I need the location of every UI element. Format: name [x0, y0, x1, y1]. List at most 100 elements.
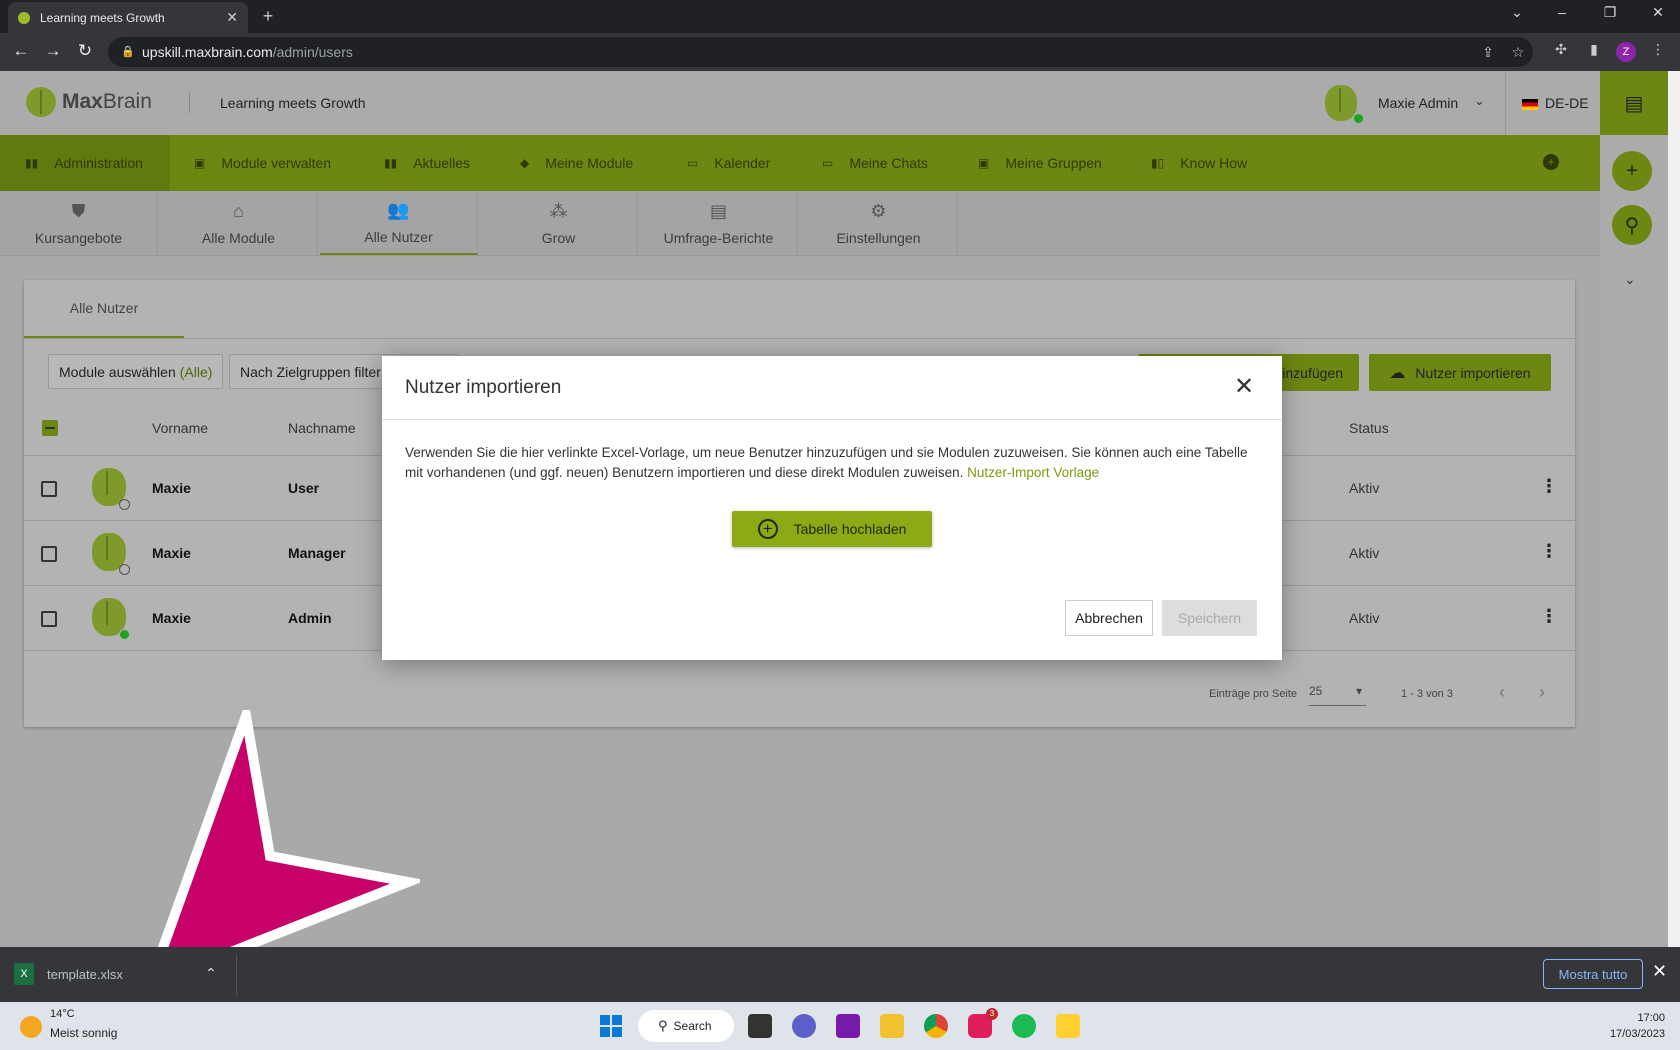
tab-einstellungen[interactable]: ⚙ Einstellungen [800, 191, 958, 255]
clock-time: 17:00 [1637, 1012, 1665, 1024]
bookmark-star-icon[interactable]: ☆ [1508, 37, 1528, 67]
row-menu-icon[interactable]: ⋮ [1540, 606, 1558, 627]
user-avatar[interactable] [1325, 85, 1363, 123]
nav-add-icon[interactable]: + [1543, 154, 1559, 170]
new-tab-icon[interactable]: + [258, 7, 278, 27]
upload-table-button[interactable]: + Tabelle hochladen [732, 511, 932, 547]
button-label: inzufügen [1282, 364, 1343, 381]
url-bar[interactable]: 🔒 upskill.maxbrain.com/admin/users ⇪ ☆ [108, 37, 1533, 67]
nav-label: Know How [1180, 155, 1248, 171]
download-item[interactable]: Xtemplate.xlsx [14, 963, 123, 985]
nav-label: Administration [54, 155, 143, 171]
share-icon[interactable]: ⇪ [1478, 37, 1498, 67]
cancel-button[interactable]: Abbrechen [1065, 600, 1153, 636]
task-view-icon[interactable] [748, 1014, 772, 1038]
browser-tab-bar: Learning meets Growth ✕ + ⌄ – ❐ ✕ [0, 0, 1680, 33]
chevron-down-icon[interactable]: ⌄ [1624, 271, 1636, 288]
col-status[interactable]: Status [1349, 420, 1389, 436]
chrome-icon[interactable] [924, 1014, 948, 1038]
search-icon[interactable]: ⚲ [1612, 205, 1652, 245]
taskbar-search[interactable]: ⚲ Search [638, 1010, 734, 1042]
gears-icon: ⚙ [870, 200, 887, 221]
user-menu-chevron-icon[interactable]: ⌄ [1474, 93, 1485, 109]
user-name[interactable]: Maxie Admin [1378, 95, 1458, 111]
teams-chat-icon[interactable] [792, 1014, 816, 1038]
slack-icon[interactable]: 3 [968, 1008, 998, 1038]
tab-kursangebote[interactable]: ⛊ Kursangebote [0, 191, 158, 255]
forward-icon[interactable]: → [42, 41, 64, 61]
language-divider [1505, 71, 1506, 135]
onenote-icon[interactable] [836, 1014, 860, 1038]
col-nachname[interactable]: Nachname [288, 420, 356, 436]
button-label: Nutzer importieren [1415, 364, 1531, 381]
weather-temp[interactable]: 14°C [50, 1008, 75, 1020]
tab-search-icon[interactable]: ⌄ [1502, 4, 1532, 21]
panel-tab-alle-nutzer[interactable]: Alle Nutzer [24, 280, 184, 338]
tab-label: Kursangebote [34, 229, 123, 246]
tab-grow[interactable]: ⁂ Grow [480, 191, 638, 255]
weather-sun-icon[interactable] [20, 1016, 42, 1038]
save-button[interactable]: Speichern [1162, 600, 1257, 636]
system-clock[interactable]: 17:00 17/03/2023 [1575, 1010, 1665, 1042]
nav-item-meine-gruppen[interactable]: ▣ Meine Gruppen [978, 135, 1102, 191]
show-all-button[interactable]: Mostra tutto [1543, 959, 1643, 989]
per-page-select[interactable]: 25 ▾ [1309, 684, 1366, 706]
chat-icon[interactable]: ▤ [1600, 71, 1668, 135]
row-checkbox[interactable] [41, 611, 57, 627]
nav-label: Meine Module [545, 155, 634, 171]
lock-icon: 🔒 [121, 46, 135, 58]
next-page-icon[interactable]: › [1539, 682, 1545, 703]
avatar [92, 598, 130, 640]
browser-menu-icon[interactable]: ⋮ [1648, 41, 1668, 58]
close-window-icon[interactable]: ✕ [1643, 4, 1673, 21]
extensions-icon[interactable]: ✣ [1551, 41, 1571, 58]
report-icon: ▤ [709, 200, 727, 221]
maxbrain-logo[interactable]: MaxBrain [26, 87, 152, 117]
nav-item-module-verwalten[interactable]: ▣ Module verwalten [194, 135, 331, 191]
close-tab-icon[interactable]: ✕ [226, 9, 238, 26]
nav-item-meine-module[interactable]: ◆ Meine Module [520, 135, 633, 191]
module-filter[interactable]: Module auswählen (Alle) [48, 354, 224, 389]
page-scrollbar[interactable] [1668, 71, 1680, 947]
minimize-icon[interactable]: – [1547, 4, 1577, 20]
row-checkbox[interactable] [41, 546, 57, 562]
nav-item-kalender[interactable]: ▭ Kalender [687, 135, 770, 191]
tab-umfrage-berichte[interactable]: ▤ Umfrage-Berichte [640, 191, 798, 255]
nav-item-meine-chats[interactable]: ▭ Meine Chats [822, 135, 928, 191]
row-menu-icon[interactable]: ⋮ [1540, 476, 1558, 497]
back-icon[interactable]: ← [10, 41, 32, 61]
col-vorname[interactable]: Vorname [152, 420, 208, 436]
profile-avatar[interactable]: Z [1616, 42, 1636, 62]
restore-icon[interactable]: ❐ [1595, 4, 1625, 21]
miro-icon[interactable] [1056, 1014, 1080, 1038]
dialog-divider [382, 419, 1282, 420]
download-options-chevron-icon[interactable]: ⌃ [205, 965, 217, 982]
group-folder-icon: ▣ [978, 156, 990, 170]
browser-tab[interactable]: Learning meets Growth ✕ [8, 2, 248, 33]
weather-description[interactable]: Meist sonnig [50, 1026, 117, 1040]
tab-alle-nutzer[interactable]: 👥 Alle Nutzer [320, 191, 478, 255]
nav-item-aktuelles[interactable]: ▮▮ Aktuelles [384, 135, 470, 191]
cell-status: Aktiv [1349, 545, 1380, 561]
side-panel-icon[interactable]: ▮ [1584, 41, 1604, 58]
select-all-checkbox[interactable] [42, 420, 58, 436]
reload-icon[interactable]: ↻ [74, 41, 96, 61]
row-checkbox[interactable] [41, 481, 57, 497]
nav-item-administration[interactable]: ▮▮ Administration [0, 135, 170, 191]
file-explorer-icon[interactable] [880, 1014, 904, 1038]
import-users-button[interactable]: ☁ Nutzer importieren [1369, 354, 1551, 391]
language-selector[interactable]: DE-DE [1545, 95, 1589, 111]
tab-label: Umfrage-Berichte [663, 229, 774, 246]
row-menu-icon[interactable]: ⋮ [1540, 541, 1558, 562]
close-download-bar-icon[interactable]: ✕ [1652, 961, 1667, 982]
close-icon[interactable]: ✕ [1229, 372, 1259, 401]
prev-page-icon[interactable]: ‹ [1499, 682, 1505, 703]
cell-last-name: Admin [288, 610, 332, 626]
nav-item-know-how[interactable]: ▮▯ Know How [1151, 135, 1247, 191]
institution-icon: ⌂ [233, 200, 244, 221]
windows-start-icon[interactable] [600, 1015, 622, 1037]
add-icon[interactable]: + [1612, 151, 1652, 191]
import-template-link[interactable]: Nutzer-Import Vorlage [967, 465, 1099, 480]
spotify-icon[interactable] [1012, 1014, 1036, 1038]
tab-alle-module[interactable]: ⌂ Alle Module [160, 191, 318, 255]
